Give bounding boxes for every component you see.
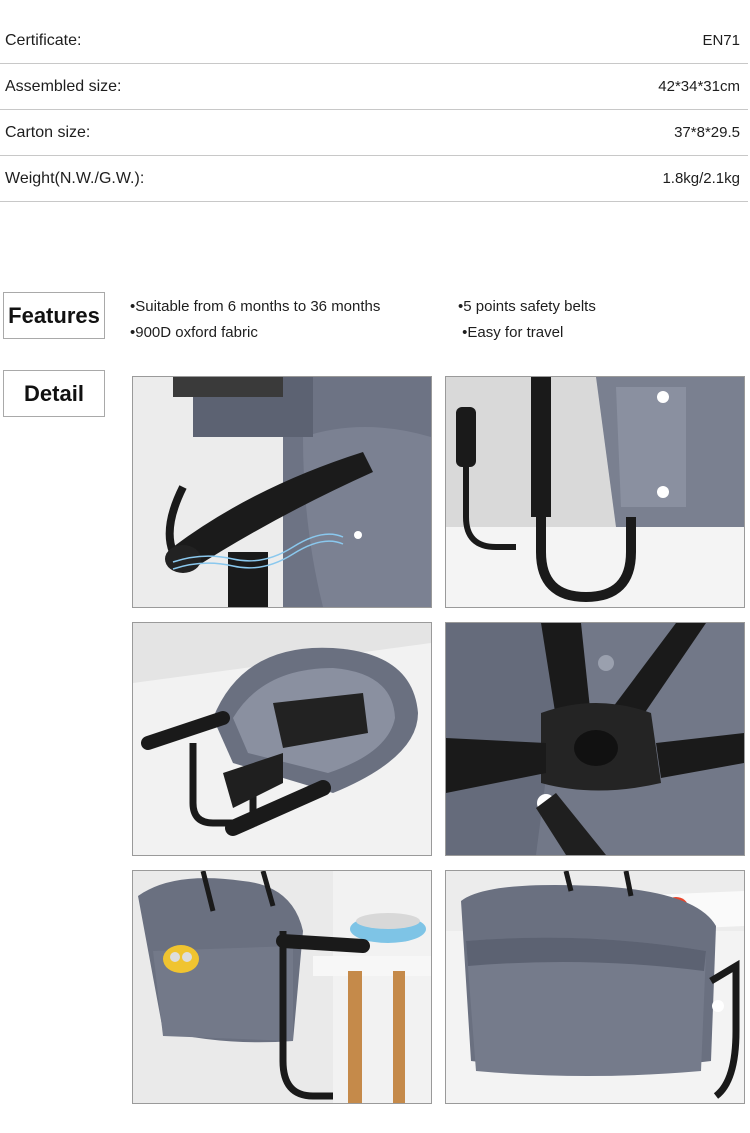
spec-label: Certificate: (5, 32, 82, 49)
detail-heading: Detail (3, 370, 105, 417)
spec-row-weight: Weight(N.W./G.W.): 1.8kg/2.1kg (0, 156, 748, 202)
feature-item: •5 points safety belts (458, 298, 596, 315)
detail-photo-handle-grip (132, 376, 432, 608)
detail-photo-folded-seat (132, 622, 432, 856)
spec-value: 1.8kg/2.1kg (662, 170, 740, 187)
spec-row-certificate: Certificate: EN71 (0, 18, 748, 64)
spec-value: 37*8*29.5 (674, 124, 740, 141)
features-column-2: •5 points safety belts •Easy for travel (458, 294, 596, 346)
spec-value: 42*34*31cm (658, 78, 740, 95)
features-column-1: •Suitable from 6 months to 36 months •90… (130, 294, 380, 346)
detail-photo-mounted-with-toy (132, 870, 432, 1104)
feature-item: •Suitable from 6 months to 36 months (130, 298, 381, 315)
spec-label: Assembled size: (5, 78, 122, 95)
spec-row-assembled-size: Assembled size: 42*34*31cm (0, 64, 748, 110)
detail-photo-harness-buckle (445, 622, 745, 856)
spec-row-carton-size: Carton size: 37*8*29.5 (0, 110, 748, 156)
spec-label: Weight(N.W./G.W.): (5, 170, 145, 187)
feature-item: •900D oxford fabric (130, 324, 258, 341)
features-heading: Features (3, 292, 105, 339)
spec-table: Certificate: EN71 Assembled size: 42*34*… (0, 18, 748, 202)
spec-value: EN71 (702, 32, 740, 49)
feature-item: •Easy for travel (458, 324, 564, 341)
detail-photo-clamp-arms (445, 376, 745, 608)
detail-photo-mounted-side (445, 870, 745, 1104)
spec-label: Carton size: (5, 124, 91, 141)
